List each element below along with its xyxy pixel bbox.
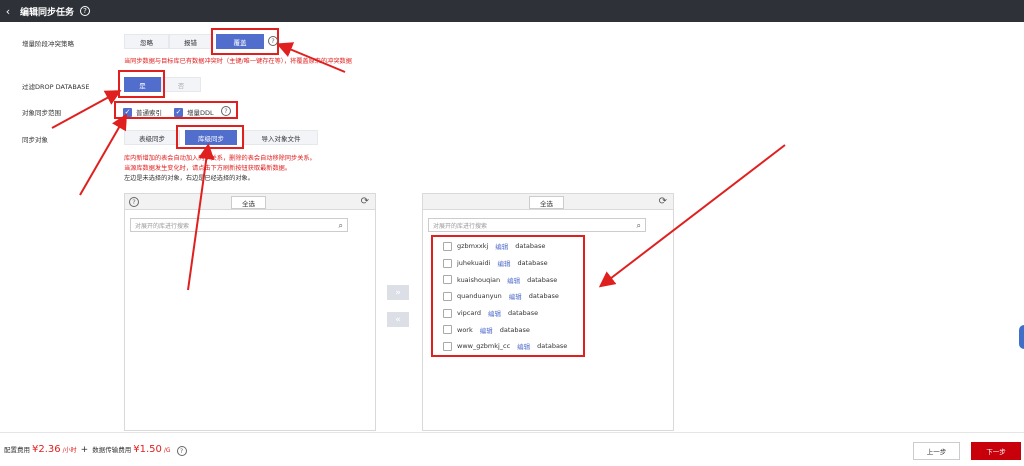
config-price: ¥2.36 (32, 444, 61, 455)
edit-link[interactable]: 编辑 (509, 291, 522, 301)
search-input[interactable]: 对展开的库进行搜索 ⌕ (428, 218, 646, 232)
list-item[interactable]: gzbmxxkj 编辑 database (443, 238, 567, 255)
help-icon[interactable]: ? (221, 106, 231, 116)
arrow-to-drop-yes (51, 90, 122, 129)
sync-option-table[interactable]: 表级同步 (124, 130, 180, 145)
refresh-icon[interactable]: ⟳ (659, 196, 667, 207)
checkbox[interactable] (443, 341, 452, 351)
panel-header: 全选 ⟳ (423, 194, 673, 210)
page-header: ‹ 编辑同步任务 ? (0, 0, 1024, 22)
sync-option-import-file[interactable]: 导入对象文件 (244, 130, 318, 145)
conflict-strategy-selector: 忽略 报错 覆盖 (124, 34, 264, 49)
available-objects-panel: ? 全选 ⟳ 对展开的库进行搜索 ⌕ (124, 193, 376, 431)
conflict-option-overwrite[interactable]: 覆盖 (216, 34, 264, 49)
sync-note-2: 当源库数据发生变化时，请点击下方刷新按钮获取最新数据。 (124, 165, 292, 172)
arrow-to-scope (79, 113, 127, 196)
fee-summary: 配置费用 ¥2.36 /小时 + 数据传输费用 ¥1.50 /G ? (4, 444, 187, 456)
footer-bar: 配置费用 ¥2.36 /小时 + 数据传输费用 ¥1.50 /G ? (0, 432, 1024, 466)
edit-link[interactable]: 编辑 (507, 275, 520, 285)
back-arrow-icon[interactable]: ‹ (0, 5, 16, 18)
checkbox-incremental-ddl[interactable]: ✓ 增量DDL (174, 107, 214, 117)
checkbox[interactable] (443, 325, 452, 335)
transfer-price: ¥1.50 (133, 444, 162, 455)
edit-link[interactable]: 编辑 (497, 258, 510, 268)
edit-link[interactable]: 编辑 (480, 325, 493, 335)
drop-database-selector: 是 否 (124, 77, 201, 92)
drop-option-yes[interactable]: 是 (124, 77, 161, 92)
previous-step-button[interactable]: 上一步 (913, 442, 960, 460)
edit-link[interactable]: 编辑 (495, 241, 508, 251)
drop-option-no[interactable]: 否 (161, 77, 201, 92)
search-icon: ⌕ (636, 221, 641, 230)
conflict-option-ignore[interactable]: 忽略 (124, 34, 169, 49)
sync-object-label: 同步对象 (22, 136, 48, 144)
conflict-note: 当同步数据与目标库已有数据冲突时（主键/唯一键存在等），将覆盖原来的冲突数据 (124, 58, 352, 65)
help-icon[interactable]: ? (268, 36, 278, 46)
list-item[interactable]: juhekuaidi 编辑 database (443, 255, 567, 272)
check-icon: ✓ (123, 107, 132, 117)
panel-header: ? 全选 ⟳ (125, 194, 375, 210)
selected-database-list: gzbmxxkj 编辑 database juhekuaidi 编辑 database … (443, 238, 567, 355)
help-icon[interactable]: ? (129, 197, 139, 207)
search-icon: ⌕ (338, 221, 343, 230)
list-item[interactable]: kuaishouqian 编辑 database (443, 271, 567, 288)
select-all-button[interactable]: 全选 (231, 196, 266, 209)
remove-from-selected-button[interactable]: « (387, 312, 409, 327)
search-input[interactable]: 对展开的库进行搜索 ⌕ (130, 218, 348, 232)
sync-note-3: 左边是未选择的对象，右边是已经选择的对象。 (124, 175, 254, 182)
conflict-strategy-label: 增量阶段冲突策略 (22, 40, 74, 48)
list-item[interactable]: vipcard 编辑 database (443, 305, 567, 322)
checkbox-normal-index[interactable]: ✓ 普通索引 (123, 107, 162, 117)
sync-scope-label: 对象同步范围 (22, 109, 61, 117)
refresh-icon[interactable]: ⟳ (361, 196, 369, 207)
add-to-selected-button[interactable]: » (387, 285, 409, 300)
next-step-button[interactable]: 下一步 (971, 442, 1021, 460)
checkbox[interactable] (443, 291, 452, 301)
sync-option-database[interactable]: 库级同步 (185, 130, 237, 145)
edit-link[interactable]: 编辑 (517, 341, 530, 351)
list-item[interactable]: work 编辑 database (443, 321, 567, 338)
page-title: 编辑同步任务 (20, 7, 75, 18)
selected-objects-panel: 全选 ⟳ 对展开的库进行搜索 ⌕ gzbmxxkj 编辑 database juhe… (422, 193, 674, 431)
help-icon[interactable]: ? (80, 6, 91, 16)
checkbox[interactable] (443, 258, 452, 268)
checkbox[interactable] (443, 308, 452, 318)
sync-note-1: 库内新增加的表会自动加入同步关系，删除的表会自动移除同步关系。 (124, 155, 316, 162)
side-float-tab[interactable] (1019, 325, 1024, 349)
conflict-option-error[interactable]: 报错 (169, 34, 212, 49)
list-item[interactable]: quanduanyun 编辑 database (443, 288, 567, 305)
checkbox[interactable] (443, 275, 452, 285)
sync-object-selector: 表级同步 库级同步 导入对象文件 (124, 130, 318, 145)
drop-database-label: 过滤DROP DATABASE (22, 83, 90, 91)
select-all-button[interactable]: 全选 (529, 196, 564, 209)
check-icon: ✓ (174, 107, 183, 117)
checkbox[interactable] (443, 241, 452, 251)
list-item[interactable]: www_gzbmkj_cc 编辑 database (443, 338, 567, 355)
edit-link[interactable]: 编辑 (488, 308, 501, 318)
help-icon[interactable]: ? (176, 446, 187, 456)
